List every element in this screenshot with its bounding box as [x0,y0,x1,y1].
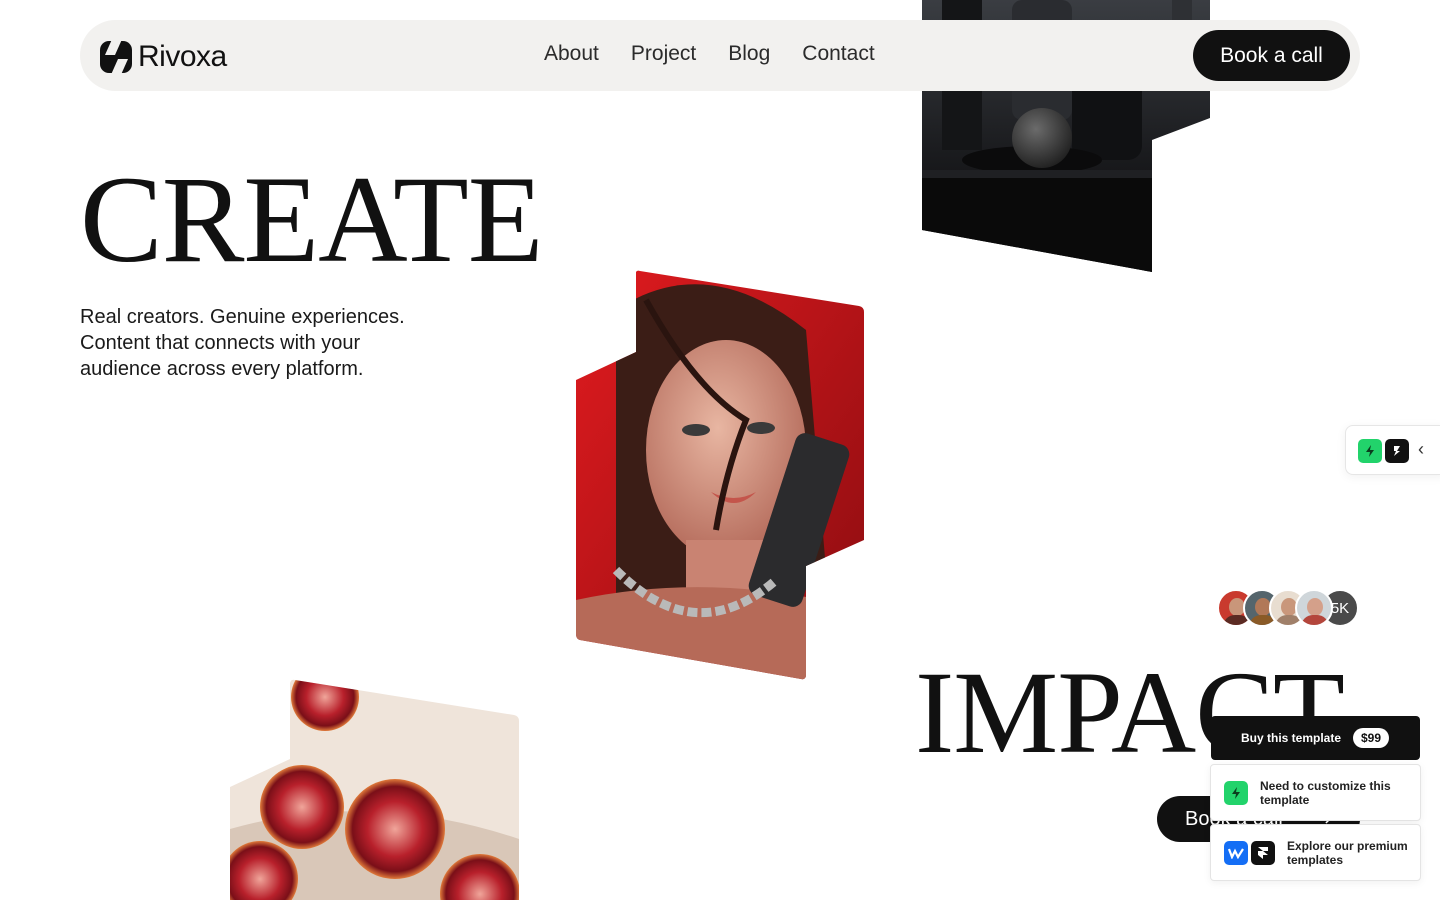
model-portrait-image [576,270,864,680]
framer-icon [1251,841,1275,865]
rivoxa-logo-icon [100,41,132,73]
headline-create: CREATE [80,151,543,288]
webflow-icon [1224,841,1248,865]
brand-name: Rivoxa [138,40,227,73]
creator-avatars: 5K [1217,589,1359,627]
blood-orange-image [230,679,519,900]
customize-template-card[interactable]: Need to customize this template [1210,764,1421,821]
nav-book-call-button[interactable]: Book a call [1193,30,1350,81]
nav-link-project[interactable]: Project [631,42,696,66]
navbar: Rivoxa About Project Blog Contact Book a… [80,20,1360,91]
avatar [1295,589,1333,627]
buy-template-button[interactable]: Buy this template $99 [1211,716,1420,760]
rivoxa-logo-icon [1385,439,1409,463]
nav-link-blog[interactable]: Blog [728,42,770,66]
buy-template-label: Buy this template [1241,731,1342,745]
bolt-icon [1358,439,1382,463]
price-badge: $99 [1353,728,1390,748]
nav-link-about[interactable]: About [544,42,599,66]
nav-link-contact[interactable]: Contact [802,42,874,66]
customize-template-label: Need to customize this template [1260,779,1391,807]
chevron-left-icon: ‹ [1418,439,1424,459]
template-panel-toggle[interactable]: ‹ [1345,425,1440,475]
explore-templates-label: Explore our premium templates [1287,839,1408,867]
bolt-icon [1224,781,1248,805]
nav-links: About Project Blog Contact [544,42,875,66]
explore-templates-card[interactable]: Explore our premium templates [1210,824,1421,881]
hero-subtext: Real creators. Genuine experiences. Cont… [80,306,405,380]
brand-logo[interactable]: Rivoxa [100,40,227,74]
